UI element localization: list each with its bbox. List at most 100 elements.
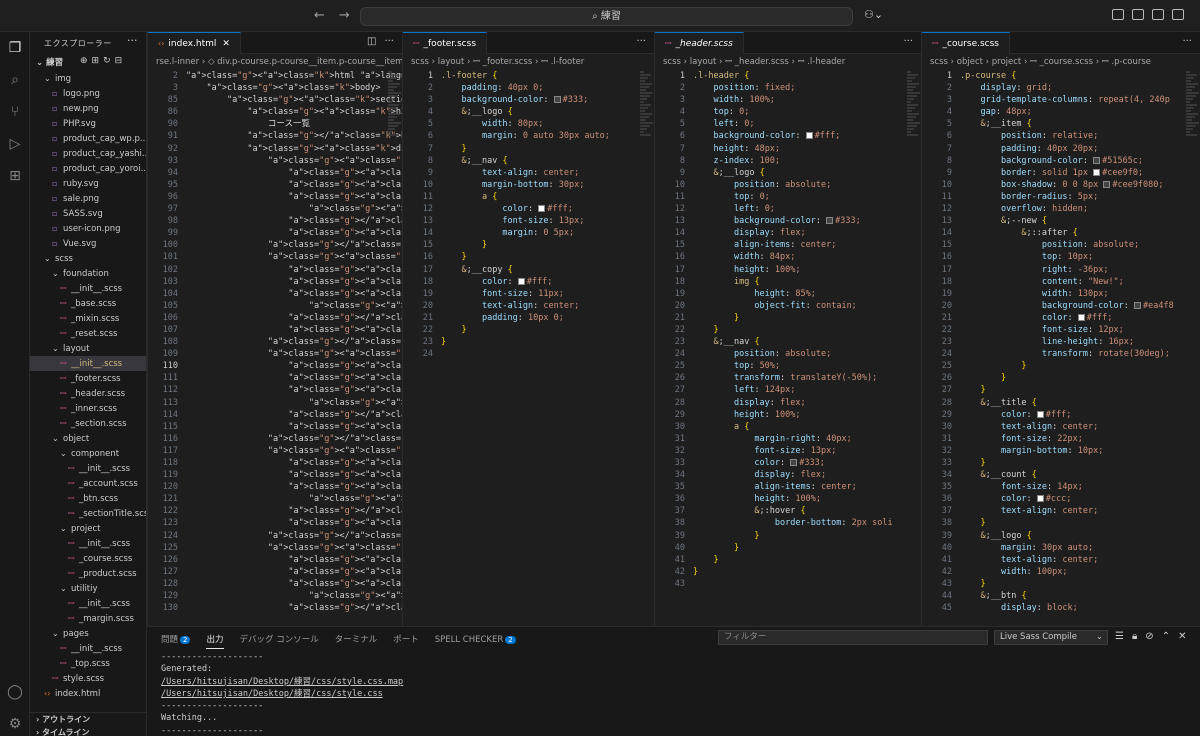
code-line[interactable]: 23} <box>403 336 654 348</box>
color-swatch-icon[interactable] <box>1093 156 1101 164</box>
code-line[interactable]: 120 "a">class="g"><"a">class="k">div "a"… <box>148 481 402 493</box>
more-actions-icon[interactable]: ··· <box>127 34 138 47</box>
code-line[interactable]: 102 "a">class="g"><"a">class="k">h3 "a">… <box>148 264 402 276</box>
code-line[interactable]: 2 "a">class="g"><"a">class="k">html "a">l… <box>148 70 402 82</box>
code-line[interactable]: 5 width: 80px; <box>403 118 654 130</box>
code-line[interactable]: 1 .l-footer { <box>403 70 654 82</box>
code-line[interactable]: 29 color: #fff; <box>922 409 1200 421</box>
tree-item[interactable]: ▫ sale.png <box>30 191 146 206</box>
code-line[interactable]: 19 width: 130px; <box>922 288 1200 300</box>
color-swatch-icon[interactable] <box>1103 180 1111 188</box>
code-line[interactable]: 114 "a">class="g"></"a">class="k">div> <box>148 409 402 421</box>
code-line[interactable]: 107 "a">class="g"><"a">class="k">a "a">h… <box>148 324 402 336</box>
tab-index-html[interactable]: ‹› index.html ✕ <box>148 32 241 54</box>
code-line[interactable]: 4 &;__logo { <box>403 106 654 118</box>
code-line[interactable]: 30 a { <box>655 421 921 433</box>
code-line[interactable]: 2 position: fixed; <box>655 82 921 94</box>
code-line[interactable]: 35 font-size: 14px; <box>922 481 1200 493</box>
code-line[interactable]: 17 height: 100%; <box>655 264 921 276</box>
code-line[interactable]: 26 } <box>922 372 1200 384</box>
tab-course-scss[interactable]: ꟷ _course.scss <box>922 32 1010 54</box>
code-line[interactable]: 15 } <box>403 239 654 251</box>
code-line[interactable]: 11 top: 0; <box>655 191 921 203</box>
tree-item[interactable]: ▫ product_cap_wp.p... <box>30 131 146 146</box>
code-line[interactable]: 18 img { <box>655 276 921 288</box>
color-swatch-icon[interactable] <box>826 217 834 225</box>
code-line[interactable]: 122 "a">class="g"></"a">class="k">div> <box>148 505 402 517</box>
code-line[interactable]: 116 "a">class="g"></"a">class="k">div> <box>148 433 402 445</box>
customize-layout-icon[interactable] <box>1112 9 1124 20</box>
code-line[interactable]: 3 "a">class="g"><"a">class="k">body> <box>148 82 402 94</box>
breadcrumb[interactable]: scss › object › project › ꟷ _course.scss… <box>922 54 1200 70</box>
source-control-icon[interactable]: ⑂ <box>5 102 25 122</box>
code-line[interactable]: 15 align-items: center; <box>655 239 921 251</box>
code-line[interactable]: 33 } <box>922 457 1200 469</box>
code-line[interactable]: 8 &;__nav { <box>403 155 654 167</box>
code-line[interactable]: 25 top: 50%; <box>655 360 921 372</box>
color-swatch-icon[interactable] <box>553 96 561 104</box>
tree-item[interactable]: ꟷ __init__.scss <box>30 536 146 551</box>
more-actions-icon[interactable]: ··· <box>1182 36 1192 47</box>
code-line[interactable]: 20 background-color: #ea4f8 <box>922 300 1200 312</box>
code-line[interactable]: 95 "a">class="g"><"a">class="k">div "a">… <box>148 179 402 191</box>
minimap[interactable] <box>640 70 654 626</box>
code-line[interactable]: 105 "a">class="g"><"a">class="k">img "a"… <box>148 300 402 312</box>
lock-icon[interactable]: 🔒︎ <box>1132 631 1137 642</box>
color-swatch-icon[interactable] <box>1036 410 1044 418</box>
tree-item[interactable]: ⌄ utilitiy <box>30 581 146 596</box>
code-line[interactable]: 14 display: flex; <box>655 227 921 239</box>
tree-item[interactable]: ⌄ project <box>30 521 146 536</box>
toggle-secondary-sidebar-icon[interactable] <box>1172 9 1184 20</box>
search-icon[interactable]: ⌕ <box>5 70 25 90</box>
code-line[interactable]: 21 padding: 10px 0; <box>403 312 654 324</box>
account-icon[interactable]: ◯ <box>5 682 25 702</box>
code-line[interactable]: 36 color: #ccc; <box>922 493 1200 505</box>
tree-item[interactable]: ⌄ scss <box>30 251 146 266</box>
code-line[interactable]: 3 width: 100%; <box>655 94 921 106</box>
code-line[interactable]: 86 "a">class="g"><"a">class="k">h2 "a">c… <box>148 106 402 118</box>
color-swatch-icon[interactable] <box>805 132 813 140</box>
code-line[interactable]: 125 "a">class="g"><"a">class="k">div "a"… <box>148 542 402 554</box>
code-line[interactable]: 19 font-size: 11px; <box>403 288 654 300</box>
gear-icon[interactable]: ⚙ <box>5 714 25 734</box>
code-line[interactable]: 121 "a">class="g"><"a">class="k">img "a"… <box>148 493 402 505</box>
tree-item[interactable]: ꟷ __init__.scss <box>30 641 146 656</box>
code-line[interactable]: 40 margin: 30px auto; <box>922 542 1200 554</box>
output-link[interactable]: /Users/hitsujisan/Desktop/練習/css/style.c… <box>161 676 403 688</box>
toggle-sidebar-icon[interactable] <box>1132 9 1144 20</box>
tree-item[interactable]: ꟷ _btn.scss <box>30 491 146 506</box>
tree-item[interactable]: ⌄ component <box>30 446 146 461</box>
code-line[interactable]: 42} <box>655 566 921 578</box>
tree-item[interactable]: ꟷ _footer.scss <box>30 371 146 386</box>
tree-item[interactable]: ꟷ __init__.scss <box>30 281 146 296</box>
refresh-icon[interactable]: ↻ <box>103 56 111 66</box>
color-swatch-icon[interactable] <box>1036 495 1044 503</box>
code-line[interactable]: 30 text-align: center; <box>922 421 1200 433</box>
code-line[interactable]: 111 "a">class="g"><"a">class="k">div "a"… <box>148 372 402 384</box>
code-line[interactable]: 12 left: 0; <box>655 203 921 215</box>
code-line[interactable]: 38 border-bottom: 2px soli <box>655 517 921 529</box>
code-line[interactable]: 15 position: absolute; <box>922 239 1200 251</box>
panel-tab[interactable]: 問題 2 <box>161 635 191 645</box>
code-line[interactable]: 29 height: 100%; <box>655 409 921 421</box>
minimap[interactable] <box>1186 70 1200 626</box>
code-line[interactable]: 13 background-color: #333; <box>655 215 921 227</box>
tree-item[interactable]: ꟷ __init__.scss <box>30 596 146 611</box>
breadcrumb[interactable]: scss › layout › ꟷ _footer.scss › ꟷ .l-fo… <box>403 54 654 70</box>
tree-item[interactable]: ▫ ruby.svg <box>30 176 146 191</box>
code-line[interactable]: 118 "a">class="g"><"a">class="k">h3 "a">… <box>148 457 402 469</box>
tree-item[interactable]: ⌄ img <box>30 71 146 86</box>
code-line[interactable]: 127 "a">class="g"><"a">class="k">div "a"… <box>148 566 402 578</box>
code-line[interactable]: 12 color: #fff; <box>403 203 654 215</box>
panel-tab[interactable]: デバッグ コンソール <box>240 635 319 645</box>
panel-tab[interactable]: ポート <box>393 635 419 645</box>
code-line[interactable]: 22 } <box>655 324 921 336</box>
tree-item[interactable]: ꟷ _inner.scss <box>30 401 146 416</box>
code-line[interactable]: 8 background-color: #51565c; <box>922 155 1200 167</box>
code-line[interactable]: 14 &;::after { <box>922 227 1200 239</box>
code-line[interactable]: 94 "a">class="g"><"a">class="k">h3 "a">c… <box>148 167 402 179</box>
code-area[interactable]: 1 .l-header {2 position: fixed; 3 width: 1… <box>655 70 921 590</box>
outline-section[interactable]: › アウトライン <box>30 712 146 726</box>
code-line[interactable]: 92 "a">class="g"><"a">class="k">div "a">… <box>148 143 402 155</box>
code-line[interactable]: 26 transform: translateY(-50%); <box>655 372 921 384</box>
